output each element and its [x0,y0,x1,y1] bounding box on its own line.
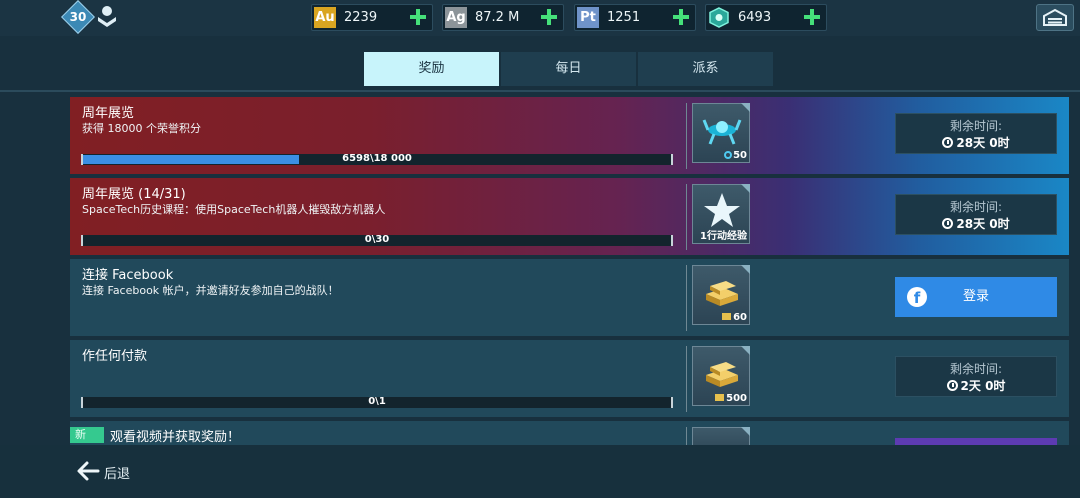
hangar-button[interactable] [1036,4,1074,31]
task-title: 观看视频并获取奖励！ [110,430,241,445]
divider [686,103,687,169]
star-icon [704,193,740,227]
time-remaining-box: 剩余时间: 2天 0时 [895,356,1057,397]
add-platinum-button[interactable] [671,7,691,28]
task-row-connect-facebook: 连接 Facebook 连接 Facebook 帐户，并邀请好友参加自己的战队！… [70,259,1069,336]
tab-divider [0,90,1080,92]
time-remaining-label: 剩余时间: [949,119,1003,133]
reward-amount: 60 [722,312,747,323]
reward-amount: 50 [724,150,747,161]
tab-daily[interactable]: 每日 [501,52,636,86]
keys-resource: 6493 [705,4,827,31]
add-silver-button[interactable] [539,7,559,28]
silver-icon: Ag [445,7,467,28]
bottom-bar [0,445,1080,498]
task-row-make-payment: 作任何付款 0\1 500 剩余时间: 2天 0时 [70,340,1069,417]
gold-resource: Au 2239 [311,4,433,31]
rank-chevron-icon[interactable] [96,5,118,29]
hangar-icon [1043,8,1067,26]
task-title: 周年展览 (14/31) [82,187,186,202]
login-label: 登录 [962,289,989,304]
platinum-resource: Pt 1251 [574,4,696,31]
drone-icon [702,119,742,145]
divider [686,427,687,445]
task-description: 获得 18000 个荣誉积分 [82,122,201,135]
hex-key-icon [709,7,729,28]
task-row-watch-video: 新 观看视频并获取奖励！ [70,421,1069,445]
watch-video-button[interactable] [895,438,1057,445]
task-progress-bar: 0\30 [81,234,673,246]
time-remaining-value: 2天 0时 [896,377,1056,394]
time-remaining-label: 剩余时间: [949,362,1003,376]
tab-rewards[interactable]: 奖励 [364,52,499,86]
time-remaining-value: 28天 0时 [896,134,1056,151]
clock-icon [942,137,954,148]
tab-faction[interactable]: 派系 [638,52,773,86]
divider [686,184,687,250]
add-keys-button[interactable] [802,7,822,28]
gold-value: 2239 [344,10,378,25]
divider [686,265,687,331]
task-description: 连接 Facebook 帐户，并邀请好友参加自己的战队！ [82,284,339,297]
platinum-icon: Pt [577,7,599,28]
progress-text: 0\30 [364,234,390,245]
clock-icon [946,380,958,391]
silver-value: 87.2 M [475,10,520,25]
new-badge: 新 [70,427,104,443]
gold-icon: Au [314,7,336,28]
reward-amount: 500 [715,393,747,404]
task-title: 作任何付款 [82,349,148,364]
level-number: 30 [69,10,87,24]
time-remaining-box: 剩余时间: 28天 0时 [895,194,1057,235]
back-button[interactable]: 后退 [104,463,130,482]
platinum-value: 1251 [607,10,641,25]
back-arrow-icon[interactable] [76,460,100,482]
reward-slot[interactable]: 500 [692,346,750,406]
add-gold-button[interactable] [408,7,428,28]
progress-text: 6598\18 000 [342,153,412,164]
reward-slot[interactable] [692,427,750,445]
progress-text: 0\1 [368,396,386,407]
divider [686,346,687,412]
task-progress-bar: 6598\18 000 [81,153,673,165]
reward-amount: 1行动经验 [700,231,747,242]
task-title: 连接 Facebook [82,268,174,283]
gold-bars-icon [706,362,738,387]
task-description: SpaceTech历史课程：使用SpaceTech机器人摧毁敌方机器人 [82,203,386,216]
facebook-login-button[interactable]: f 登录 [895,277,1057,317]
keys-value: 6493 [738,10,772,25]
silver-resource: Ag 87.2 M [442,4,564,31]
task-progress-bar: 0\1 [81,396,673,408]
task-row-spacetech-history: 周年展览 (14/31) SpaceTech历史课程：使用SpaceTech机器… [70,178,1069,255]
reward-slot[interactable]: 1行动经验 [692,184,750,244]
reward-slot[interactable]: 50 [692,103,750,163]
task-row-anniversary-points: 周年展览 获得 18000 个荣誉积分 6598\18 000 50 剩余时间:… [70,97,1069,174]
task-title: 周年展览 [82,106,135,121]
reward-slot[interactable]: 60 [692,265,750,325]
clock-icon [942,218,954,229]
gold-bars-icon [706,281,738,306]
time-remaining-label: 剩余时间: [949,200,1003,214]
time-remaining-box: 剩余时间: 28天 0时 [895,113,1057,154]
time-remaining-value: 28天 0时 [896,215,1056,232]
